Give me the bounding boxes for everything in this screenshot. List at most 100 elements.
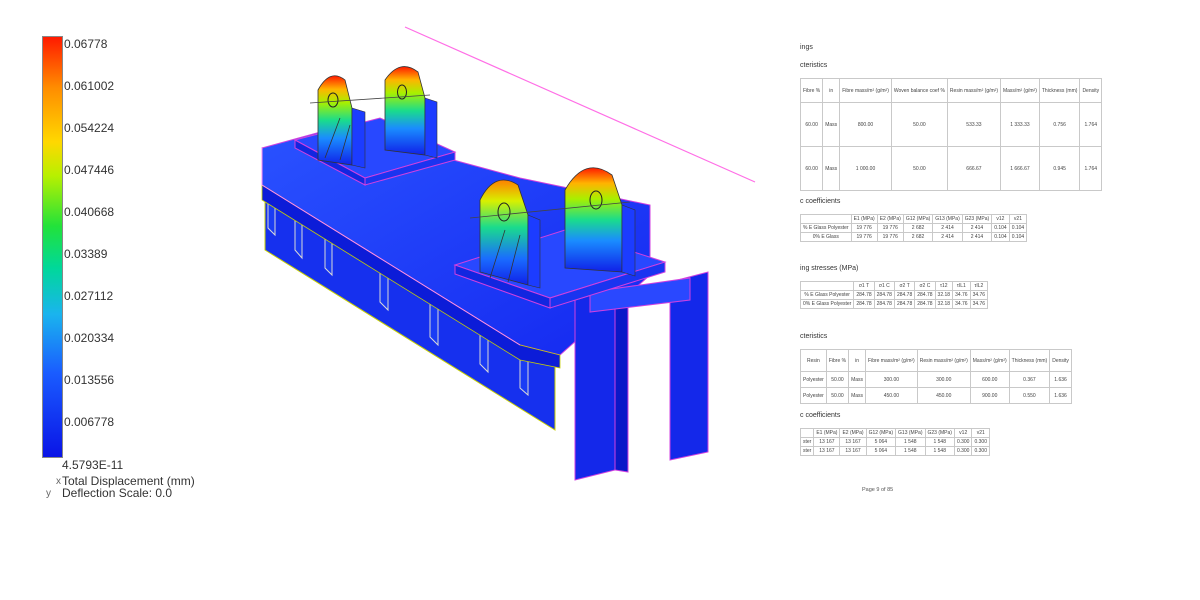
table-header: Fibre mass/m² (g/m²)	[839, 78, 892, 103]
page-number: Page 9 of 85	[862, 487, 894, 493]
table-header: G12 (MPa)	[902, 214, 934, 224]
table-cell: 0% E Glass Polyester	[799, 299, 855, 309]
table-header: Fibre %	[825, 349, 850, 372]
table-cell: Mass	[848, 371, 867, 388]
table-cell: 34.76	[952, 299, 971, 309]
table-cell: 0.104	[1008, 232, 1028, 242]
table-header: Thickness (mm)	[1008, 349, 1051, 372]
table-cell: 0.945	[1038, 146, 1081, 191]
table-cell: 450.00	[916, 387, 971, 404]
table-header: E1 (MPa)	[813, 428, 841, 438]
table-cell: Mass	[848, 387, 867, 404]
table-header: Resin mass/m² (g/m²)	[916, 349, 971, 372]
table-cell: 284.78	[893, 299, 916, 309]
vertical-plate-side	[614, 287, 629, 473]
table-cell: 50.00	[890, 102, 948, 147]
table-row: 60.00 Mass 800.00 50.00 533.33 1 333.33 …	[799, 102, 1103, 147]
vertical-plate-front	[574, 287, 616, 481]
table-cell: ster	[799, 437, 815, 447]
table-header: Fibre %	[799, 78, 824, 103]
table-header: v21	[1008, 214, 1028, 224]
table-header: G12 (MPa)	[865, 428, 897, 438]
table-row: ster 13 167 13 167 5 064 1 548 1 548 0.3…	[799, 437, 990, 447]
table-cell: 13 167	[813, 446, 841, 456]
table-cell: 34.76	[952, 290, 971, 300]
table-cell: 1 333.33	[999, 102, 1040, 147]
table-header: Resin mass/m² (g/m²)	[946, 78, 1001, 103]
table-cell: 1 548	[924, 446, 955, 456]
table-cell: 50.00	[825, 371, 850, 388]
table-cell: % E Glass Polyester	[800, 223, 852, 233]
table-header: G23 (MPa)	[961, 214, 993, 224]
table-cell: 284.78	[873, 299, 895, 309]
table-row: Polyester 50.00 Mass 450.00 450.00 900.0…	[800, 387, 1072, 404]
table-header: Mass/m² (g/m²)	[999, 78, 1040, 103]
table-header: Density	[1049, 349, 1072, 372]
table-cell: 19 776	[876, 223, 904, 233]
table-cell: 284.78	[893, 290, 916, 300]
table-cell: 0.550	[1008, 387, 1051, 404]
doc-header: ings	[800, 44, 813, 51]
table-cell: 32.18	[934, 299, 954, 309]
table-cell: 19 776	[850, 232, 878, 242]
table-cell: 2 414	[932, 232, 963, 242]
table-cell: 2 682	[902, 232, 934, 242]
table-header: Fibre mass/m² (g/m²)	[865, 349, 918, 372]
table-header: σ1 T	[853, 281, 875, 291]
table-cell: 2 682	[902, 223, 934, 233]
table-header: Resin	[800, 349, 827, 372]
table-cell: 1.636	[1049, 371, 1072, 388]
table-cell: 2 414	[961, 232, 993, 242]
table-cell: 34.76	[969, 299, 989, 309]
table-cell: 300.00	[916, 371, 971, 388]
table-header: Density	[1079, 78, 1103, 103]
table-cell: Mass	[822, 146, 841, 191]
table-cell: 0.756	[1038, 102, 1081, 147]
table-cell: 0.104	[991, 223, 1010, 233]
table-cell: 600.00	[969, 371, 1010, 388]
table-cell: 13 167	[839, 446, 867, 456]
table-row: ster 13 167 13 167 5 064 1 548 1 548 0.3…	[799, 446, 990, 456]
breaking-stresses-table: σ1 T σ1 C σ2 T σ2 C τ12 τIL1 τIL2 % E Gl…	[799, 281, 989, 309]
table-header: v21	[971, 428, 990, 438]
table-header: E2 (MPa)	[839, 428, 867, 438]
table-header: in	[822, 78, 841, 103]
table-cell: % E Glass Polyester	[799, 290, 855, 300]
table-cell: 284.78	[914, 290, 936, 300]
table-cell: 533.33	[946, 102, 1001, 147]
characteristics-table-1: Fibre % in Fibre mass/m² (g/m²) Woven ba…	[799, 78, 1103, 191]
table-cell: 0.300	[971, 437, 990, 447]
table-cell: 284.78	[853, 290, 875, 300]
table-header: G13 (MPa)	[932, 214, 963, 224]
table-cell: 300.00	[865, 371, 918, 388]
table-cell: 50.00	[825, 387, 850, 404]
table-cell: 13 167	[839, 437, 867, 447]
table-cell: 284.78	[914, 299, 936, 309]
table-cell: 1 000.00	[839, 146, 892, 191]
table-cell: 19 776	[876, 232, 904, 242]
reference-line	[404, 26, 756, 183]
table-cell: 5 064	[865, 437, 897, 447]
fea-model-render[interactable]	[0, 0, 780, 600]
table-cell: 0.104	[1008, 223, 1028, 233]
table-row: Polyester 50.00 Mass 300.00 300.00 600.0…	[800, 371, 1072, 388]
table-cell: Polyester	[800, 387, 827, 404]
table-header: τ12	[934, 281, 954, 291]
section-title: ing stresses (MPa)	[800, 265, 859, 272]
table-header	[799, 281, 855, 291]
table-cell: 2 414	[961, 223, 993, 233]
table-header	[799, 428, 815, 438]
table-header	[800, 214, 852, 224]
table-cell: 0.367	[1008, 371, 1051, 388]
section-title: cteristics	[800, 333, 828, 340]
table-header: Mass/m² (g/m²)	[969, 349, 1010, 372]
table-header: v12	[991, 214, 1010, 224]
fea-viewport[interactable]: 0.06778 0.061002 0.054224 0.047446 0.040…	[0, 0, 780, 600]
table-cell: 0.300	[953, 437, 973, 447]
table-cell: 284.78	[853, 299, 875, 309]
table-cell: 0.300	[971, 446, 990, 456]
table-header: G13 (MPa)	[895, 428, 926, 438]
table-header: v12	[953, 428, 973, 438]
table-cell: 1 666.67	[999, 146, 1040, 191]
table-row: % E Glass Polyester 284.78 284.78 284.78…	[799, 290, 989, 300]
